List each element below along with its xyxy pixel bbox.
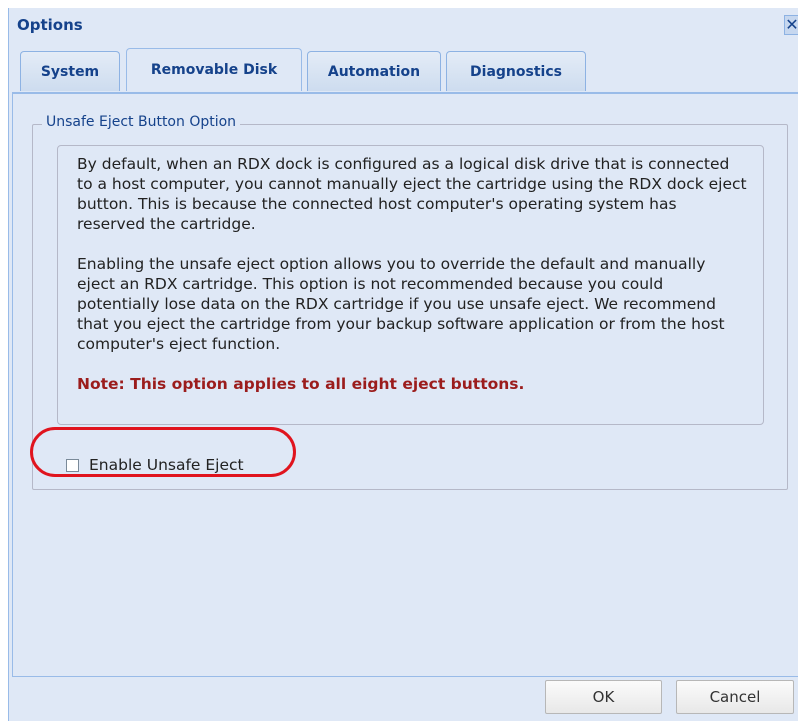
close-icon: ✕ xyxy=(785,15,798,34)
tab-label: Diagnostics xyxy=(470,63,562,80)
enable-unsafe-eject-checkbox[interactable] xyxy=(66,458,79,472)
cancel-button[interactable]: Cancel xyxy=(676,680,794,714)
info-box: By default, when an RDX dock is configur… xyxy=(57,145,764,425)
tab-label: Automation xyxy=(327,63,421,80)
dialog-footer: OK Cancel xyxy=(9,677,798,721)
options-dialog: Options ✕ System Removable Disk Automati… xyxy=(8,8,798,721)
ok-button[interactable]: OK xyxy=(545,680,662,714)
note-text: Note: This option applies to all eight e… xyxy=(77,375,525,393)
tab-removable-disk[interactable]: Removable Disk xyxy=(126,48,302,91)
info-paragraph: Enabling the unsafe eject option allows … xyxy=(77,255,725,353)
fieldset-legend: Unsafe Eject Button Option xyxy=(42,114,241,130)
tab-label: Removable Disk xyxy=(150,62,278,78)
removable-disk-panel: Unsafe Eject Button Option By default, w… xyxy=(12,94,798,677)
unsafe-eject-fieldset: Unsafe Eject Button Option By default, w… xyxy=(32,114,788,490)
enable-unsafe-eject-label[interactable]: Enable Unsafe Eject xyxy=(89,456,244,474)
tab-label: System xyxy=(40,63,100,80)
close-button[interactable]: ✕ xyxy=(784,15,798,35)
tab-diagnostics[interactable]: Diagnostics xyxy=(446,51,586,91)
tab-system[interactable]: System xyxy=(20,51,120,91)
dialog-title: Options xyxy=(17,16,83,34)
ok-button-label: OK xyxy=(592,688,615,706)
title-bar: Options ✕ xyxy=(9,8,798,46)
tab-automation[interactable]: Automation xyxy=(307,51,441,91)
cancel-button-label: Cancel xyxy=(709,688,761,706)
enable-unsafe-eject-row[interactable]: Enable Unsafe Eject xyxy=(66,454,244,476)
info-paragraph: By default, when an RDX dock is configur… xyxy=(77,155,747,233)
